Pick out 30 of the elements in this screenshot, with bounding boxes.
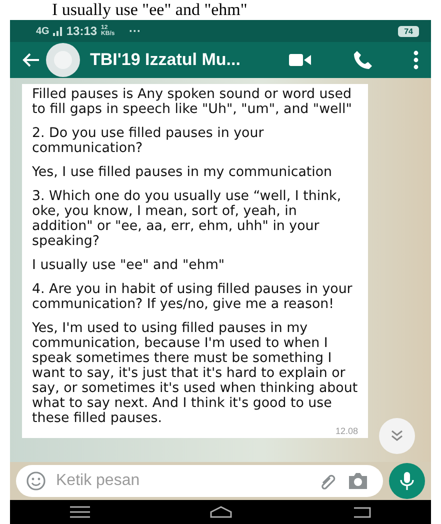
network-label: 4G (36, 26, 50, 36)
message-time: 12.08 (334, 426, 358, 436)
emoji-icon[interactable] (26, 471, 46, 491)
microphone-button[interactable] (389, 463, 425, 499)
status-time: 13:13 (66, 24, 98, 38)
signal-icon (53, 26, 62, 36)
status-more: ··· (129, 24, 142, 38)
message-paragraph: 3. Which one do you usually use “well, I think, oke, you know, I mean, sort of, yeah, in addition" or "ee, aa, err, ehm, uhh" in your speaking? (32, 189, 342, 249)
scroll-down-button[interactable] (379, 418, 415, 454)
back-icon[interactable] (352, 506, 371, 518)
video-call-icon[interactable] (289, 53, 311, 67)
message-field[interactable]: Ketik pesan (16, 465, 383, 497)
phone-call-icon[interactable] (353, 50, 373, 70)
message-paragraph: Yes, I use filled pauses in my communication (32, 165, 334, 180)
battery-indicator: 74 (398, 26, 419, 36)
menu-icon[interactable] (70, 506, 90, 518)
message-paragraph: Yes, I'm used to using filled pauses in my communication, because I'm used to when I speak sometimes there must be something I want to say, it's just that it's hard to explain or say, or sometimes it's used when thinking about what to say next. And I think it's good to use these filled pauses. (32, 321, 358, 426)
contact-name[interactable]: TBI'19 Izzatul Mu... (90, 50, 283, 70)
message-paragraph: Filled pauses is Any spoken sound or word used to fill gaps in speech like "Uh", "um", and "well" (32, 87, 353, 117)
message-paragraph: I usually use "ee" and "ehm" (32, 258, 226, 273)
microphone-icon (400, 471, 414, 491)
menu-icon[interactable] (413, 50, 419, 70)
back-arrow-icon[interactable] (22, 53, 40, 67)
avatar-icon[interactable] (46, 43, 80, 77)
double-chevron-down-icon (390, 430, 404, 442)
message-paragraph: 4. Are you in habit of using filled pauses in your communication? If yes/no, give me a reason! (32, 282, 354, 312)
document-text: I usually use "ee" and "ehm" (51, 0, 248, 20)
camera-icon[interactable] (347, 472, 369, 490)
home-icon[interactable] (210, 506, 232, 518)
message-paragraph: 2. Do you use filled pauses in your communication? (32, 126, 265, 156)
